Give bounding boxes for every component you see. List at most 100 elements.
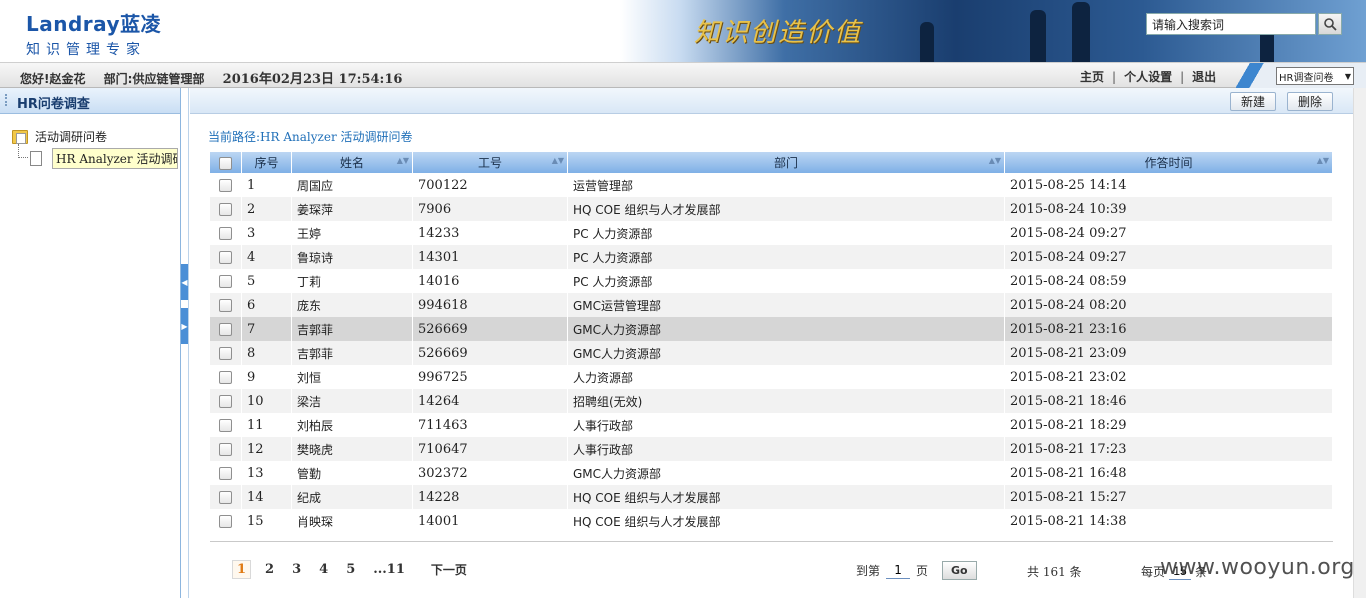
- row-checkbox-cell: [210, 197, 242, 221]
- search-input[interactable]: [1146, 13, 1316, 35]
- cell-index: 1: [242, 173, 292, 197]
- user-department: 部门:供应链管理部: [103, 72, 205, 86]
- row-checkbox-cell: [210, 461, 242, 485]
- cell-answer-time: 2015-08-21 14:38: [1005, 509, 1333, 533]
- row-checkbox[interactable]: [219, 515, 232, 528]
- column-header-answer-time[interactable]: 作答时间 ▲▼: [1005, 152, 1333, 173]
- cell-employee-id: 14301: [413, 245, 568, 269]
- total-count: 共 161 条: [1027, 565, 1082, 579]
- greeting: 您好!赵金花: [20, 72, 86, 86]
- row-checkbox[interactable]: [219, 419, 232, 432]
- row-checkbox[interactable]: [219, 227, 232, 240]
- document-icon: [30, 151, 42, 166]
- row-checkbox[interactable]: [219, 323, 232, 336]
- row-checkbox[interactable]: [219, 251, 232, 264]
- cell-index: 12: [242, 437, 292, 461]
- expand-right-icon[interactable]: ▶: [181, 308, 188, 344]
- cell-index: 2: [242, 197, 292, 221]
- info-bar: 您好!赵金花 部门:供应链管理部 2016年02月23日 17:54:16 主页…: [0, 62, 1366, 89]
- page-link-last[interactable]: ...11: [369, 561, 409, 578]
- cell-name: 王婷: [292, 221, 413, 245]
- nav-home-link[interactable]: 主页: [1080, 70, 1104, 84]
- table-row[interactable]: 2 姜琛萍 7906 HQ COE 组织与人才发展部 2015-08-24 10:39: [210, 197, 1333, 221]
- table-row[interactable]: 10 梁洁 14264 招聘组(无效) 2015-08-21 18:46: [210, 389, 1333, 413]
- row-checkbox[interactable]: [219, 443, 232, 456]
- cell-answer-time: 2015-08-24 08:59: [1005, 269, 1333, 293]
- cell-index: 11: [242, 413, 292, 437]
- goto-page-input[interactable]: [886, 562, 911, 579]
- cell-employee-id: 996725: [413, 365, 568, 389]
- tree-node-child[interactable]: HR Analyzer 活动调研问卷: [30, 148, 178, 169]
- column-header-name[interactable]: 姓名 ▲▼: [292, 152, 413, 173]
- table-row[interactable]: 4 鲁琼诗 14301 PC 人力资源部 2015-08-24 09:27: [210, 245, 1333, 269]
- tree-node-label: HR Analyzer 活动调研问卷: [52, 148, 178, 169]
- delete-button[interactable]: 删除: [1287, 92, 1334, 111]
- page-link[interactable]: 3: [288, 561, 305, 578]
- row-checkbox[interactable]: [219, 179, 232, 192]
- cell-index: 4: [242, 245, 292, 269]
- tree-node-root[interactable]: 活动调研问卷: [12, 128, 107, 145]
- table-row[interactable]: 6 庞东 994618 GMC运营管理部 2015-08-24 08:20: [210, 293, 1333, 317]
- table-row[interactable]: 5 丁莉 14016 PC 人力资源部 2015-08-24 08:59: [210, 269, 1333, 293]
- row-checkbox[interactable]: [219, 467, 232, 480]
- table-row[interactable]: 9 刘恒 996725 人力资源部 2015-08-21 23:02: [210, 365, 1333, 389]
- tree-node-label: 活动调研问卷: [35, 130, 108, 144]
- row-checkbox-cell: [210, 341, 242, 365]
- table-row[interactable]: 7 吉郭菲 526669 GMC人力资源部 2015-08-21 23:16: [210, 317, 1333, 341]
- cell-department: PC 人力资源部: [568, 221, 1005, 245]
- row-checkbox[interactable]: [219, 299, 232, 312]
- row-checkbox[interactable]: [219, 395, 232, 408]
- cell-index: 15: [242, 509, 292, 533]
- sort-icon: ▲▼: [988, 156, 1001, 165]
- cell-name: 梁洁: [292, 389, 413, 413]
- table-row[interactable]: 12 樊晓虎 710647 人事行政部 2015-08-21 17:23: [210, 437, 1333, 461]
- cell-department: 人力资源部: [568, 365, 1005, 389]
- response-table: 序号 姓名 ▲▼ 工号 ▲▼ 部门 ▲▼ 作答时间 ▲▼ 1 周国应 700122 运营管理部…: [210, 152, 1333, 533]
- next-page-link[interactable]: 下一页: [431, 561, 467, 578]
- page-link-current[interactable]: 1: [232, 560, 252, 579]
- sort-icon: ▲▼: [1316, 156, 1329, 165]
- nav-settings-link[interactable]: 个人设置: [1124, 70, 1172, 84]
- logo[interactable]: Landray蓝凌 知识管理专家: [26, 8, 161, 59]
- cell-answer-time: 2015-08-21 23:02: [1005, 365, 1333, 389]
- cell-department: HQ COE 组织与人才发展部: [568, 509, 1005, 533]
- table-row[interactable]: 1 周国应 700122 运营管理部 2015-08-25 14:14: [210, 173, 1333, 197]
- collapse-left-icon[interactable]: ◀: [181, 264, 188, 300]
- table-row[interactable]: 15 肖映琛 14001 HQ COE 组织与人才发展部 2015-08-21 14:3…: [210, 509, 1333, 533]
- pagination: 1 2 3 4 5 ...11 下一页: [232, 560, 467, 579]
- cell-answer-time: 2015-08-21 18:46: [1005, 389, 1333, 413]
- cell-employee-id: 14001: [413, 509, 568, 533]
- nav-logout-link[interactable]: 退出: [1192, 70, 1216, 84]
- row-checkbox[interactable]: [219, 275, 232, 288]
- row-checkbox[interactable]: [219, 491, 232, 504]
- cell-name: 刘恒: [292, 365, 413, 389]
- table-row[interactable]: 11 刘柏辰 711463 人事行政部 2015-08-21 18:29: [210, 413, 1333, 437]
- column-header-department[interactable]: 部门 ▲▼: [568, 152, 1005, 173]
- go-button[interactable]: Go: [942, 561, 977, 580]
- row-checkbox[interactable]: [219, 371, 232, 384]
- table-row[interactable]: 14 纪成 14228 HQ COE 组织与人才发展部 2015-08-21 15:27: [210, 485, 1333, 509]
- row-checkbox[interactable]: [219, 347, 232, 360]
- search-button[interactable]: [1318, 13, 1342, 35]
- row-checkbox[interactable]: [219, 203, 232, 216]
- column-header-employee-id[interactable]: 工号 ▲▼: [413, 152, 568, 173]
- table-row[interactable]: 13 管勤 302372 GMC人力资源部 2015-08-21 16:48: [210, 461, 1333, 485]
- select-all-checkbox[interactable]: [219, 156, 232, 170]
- page-link[interactable]: 5: [342, 561, 359, 578]
- panel-splitter[interactable]: ◀ ▶: [181, 88, 189, 598]
- header: Landray蓝凌 知识管理专家 知识创造价值: [0, 0, 1366, 62]
- cell-name: 周国应: [292, 173, 413, 197]
- silhouette-figure: [920, 22, 934, 62]
- cell-department: GMC人力资源部: [568, 341, 1005, 365]
- page-link[interactable]: 4: [315, 561, 332, 578]
- table-row[interactable]: 3 王婷 14233 PC 人力资源部 2015-08-24 09:27: [210, 221, 1333, 245]
- top-nav: 主页 | 个人设置 | 退出: [1080, 70, 1217, 84]
- cell-answer-time: 2015-08-21 18:29: [1005, 413, 1333, 437]
- column-header-index[interactable]: 序号: [242, 152, 292, 173]
- page-link[interactable]: 2: [261, 561, 278, 578]
- cell-name: 纪成: [292, 485, 413, 509]
- new-button[interactable]: 新建: [1230, 92, 1277, 111]
- vertical-scrollbar[interactable]: [1353, 88, 1366, 598]
- table-row[interactable]: 8 吉郭菲 526669 GMC人力资源部 2015-08-21 23:09: [210, 341, 1333, 365]
- module-select[interactable]: HR调查问卷 ▼: [1276, 67, 1354, 85]
